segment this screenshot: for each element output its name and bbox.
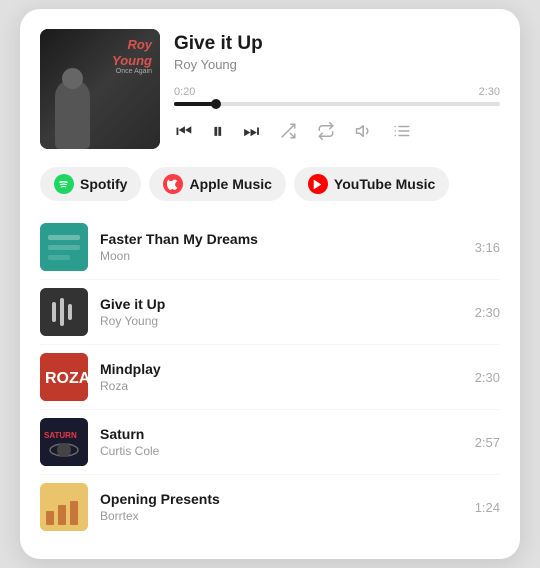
repeat-button[interactable] [315, 120, 337, 142]
now-playing-title: Give it Up [174, 33, 500, 55]
queue-button[interactable] [391, 120, 413, 142]
track-artist: Roza [100, 379, 463, 393]
track-thumbnail [40, 288, 88, 336]
track-thumb-art: ROZA [40, 353, 88, 401]
track-item[interactable]: SATURN Saturn Curtis Cole 2:57 [40, 410, 500, 475]
track-item[interactable]: ROZA Mindplay Roza 2:30 [40, 345, 500, 410]
track-details: Give it Up Roy Young [100, 296, 463, 328]
track-thumb-art [40, 288, 88, 336]
current-time: 0:20 [174, 86, 195, 98]
track-details: Opening Presents Borrtex [100, 491, 463, 523]
track-artist: Moon [100, 249, 463, 263]
apple-music-icon [163, 174, 183, 194]
album-title-art: RoyYoung [112, 37, 152, 68]
shuffle-button[interactable] [277, 120, 299, 142]
track-name: Faster Than My Dreams [100, 231, 463, 247]
track-duration: 2:30 [475, 305, 500, 320]
track-thumbnail: SATURN [40, 418, 88, 466]
progress-bar-bg[interactable] [174, 102, 500, 106]
track-name: Mindplay [100, 361, 463, 377]
track-list: Faster Than My Dreams Moon 3:16 Give it … [40, 215, 500, 539]
track-artist: Curtis Cole [100, 444, 463, 458]
track-duration: 2:57 [475, 435, 500, 450]
service-tabs: Spotify Apple Music YouTube Music [40, 167, 500, 201]
progress-bar-container[interactable]: 0:20 2:30 [174, 86, 500, 106]
music-player-card: RoyYoung Once Again Give it Up Roy Young… [20, 9, 520, 559]
track-thumb-art [40, 483, 88, 531]
track-artist: Borrtex [100, 509, 463, 523]
track-item[interactable]: Give it Up Roy Young 2:30 [40, 280, 500, 345]
progress-dot [211, 99, 221, 109]
svg-text:ROZA: ROZA [45, 370, 88, 387]
pause-button[interactable]: ⏸ [210, 116, 225, 146]
album-subtitle-art: Once Again [112, 68, 152, 75]
track-thumb-art [40, 223, 88, 271]
track-thumbnail: ROZA [40, 353, 88, 401]
track-duration: 3:16 [475, 240, 500, 255]
skip-forward-button[interactable]: ⏭ [241, 119, 261, 144]
total-time: 2:30 [479, 86, 500, 98]
volume-button[interactable] [353, 120, 375, 142]
spotify-icon [54, 174, 74, 194]
skip-back-button[interactable]: ⏮ [174, 119, 194, 144]
track-item[interactable]: Opening Presents Borrtex 1:24 [40, 475, 500, 539]
track-artist: Roy Young [100, 314, 463, 328]
progress-bar-fill [174, 102, 216, 106]
track-thumbnail [40, 223, 88, 271]
track-name: Give it Up [100, 296, 463, 312]
track-duration: 1:24 [475, 500, 500, 515]
track-details: Faster Than My Dreams Moon [100, 231, 463, 263]
progress-times: 0:20 2:30 [174, 86, 500, 98]
svg-text:SATURN: SATURN [44, 431, 77, 440]
now-playing-section: RoyYoung Once Again Give it Up Roy Young… [40, 29, 500, 149]
track-name: Opening Presents [100, 491, 463, 507]
spotify-label: Spotify [80, 176, 127, 192]
artist-silhouette [45, 54, 100, 149]
youtube-music-icon [308, 174, 328, 194]
playback-controls: ⏮ ⏸ ⏭ [174, 116, 500, 146]
tab-apple-music[interactable]: Apple Music [149, 167, 285, 201]
album-art: RoyYoung Once Again [40, 29, 160, 149]
youtube-music-label: YouTube Music [334, 176, 435, 192]
track-thumbnail [40, 483, 88, 531]
track-thumb-art: SATURN [40, 418, 88, 466]
track-name: Saturn [100, 426, 463, 442]
tab-youtube-music[interactable]: YouTube Music [294, 167, 449, 201]
album-text: RoyYoung Once Again [112, 37, 152, 75]
track-duration: 2:30 [475, 370, 500, 385]
apple-music-label: Apple Music [189, 176, 271, 192]
track-item[interactable]: Faster Than My Dreams Moon 3:16 [40, 215, 500, 280]
now-playing-artist: Roy Young [174, 57, 500, 72]
tab-spotify[interactable]: Spotify [40, 167, 141, 201]
track-details: Mindplay Roza [100, 361, 463, 393]
track-info: Give it Up Roy Young 0:20 2:30 ⏮ ⏸ ⏭ [174, 29, 500, 146]
track-details: Saturn Curtis Cole [100, 426, 463, 458]
